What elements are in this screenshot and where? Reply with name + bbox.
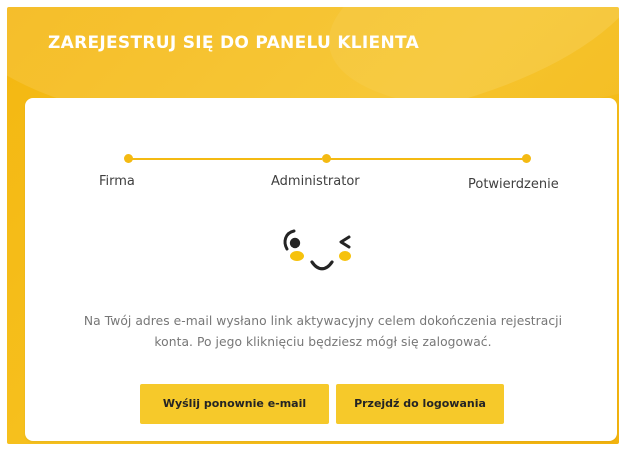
step-company-dot — [124, 154, 133, 163]
step-confirmation-dot — [522, 154, 531, 163]
step-confirmation-label: Potwierdzenie — [468, 177, 559, 192]
activation-message: Na Twój adres e-mail wysłano link aktywa… — [83, 314, 563, 349]
stepper-line-admin-to-confirmation — [330, 158, 523, 160]
registration-stepper: Firma Administrator Potwierdzenie — [25, 98, 617, 198]
resend-email-button[interactable]: Wyślij ponownie e-mail — [140, 384, 329, 424]
confirmation-card: Firma Administrator Potwierdzenie Na Twó… — [25, 98, 617, 441]
stepper-line-company-to-admin — [130, 158, 322, 160]
step-company-label: Firma — [99, 174, 135, 189]
step-administrator-label: Administrator — [271, 174, 360, 189]
go-to-login-button[interactable]: Przejdź do logowania — [336, 384, 504, 424]
registration-page: ZAREJESTRUJ SIĘ DO PANELU KLIENTA Firma … — [0, 0, 626, 451]
winking-face-icon — [283, 229, 351, 271]
page-title: ZAREJESTRUJ SIĘ DO PANELU KLIENTA — [48, 33, 420, 53]
registration-panel: ZAREJESTRUJ SIĘ DO PANELU KLIENTA Firma … — [7, 7, 619, 444]
step-administrator-dot — [322, 154, 331, 163]
